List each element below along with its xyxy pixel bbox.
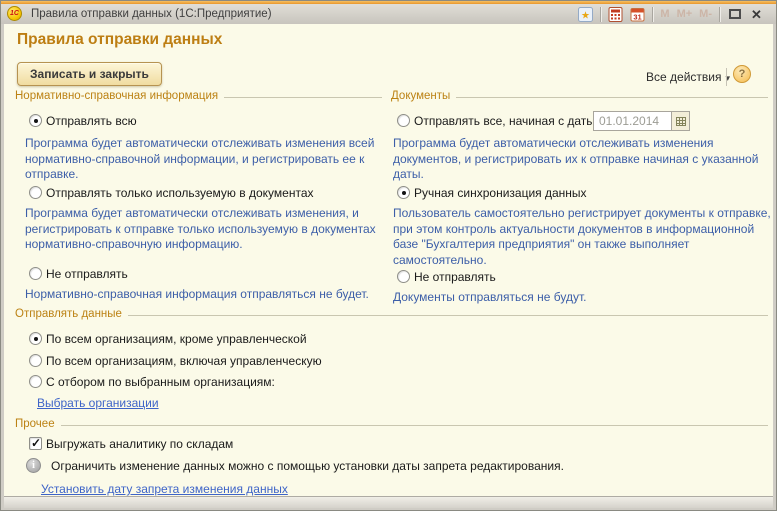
radio-label[interactable]: Отправлять всю [46, 114, 137, 128]
group-nsi-title: Нормативно-справочная информация [15, 90, 218, 102]
svg-text:★: ★ [581, 10, 590, 21]
option-description: Программа будет автоматически отслеживат… [393, 136, 765, 183]
radio-doc-manual-sync[interactable]: Ручная синхронизация данных [397, 185, 587, 200]
form-content: Правила отправки данных Записать и закры… [4, 24, 773, 496]
radio-label[interactable]: С отбором по выбранным организациям: [46, 375, 275, 389]
info-icon: i [26, 458, 41, 473]
group-nsi-header: Нормативно-справочная информация [15, 90, 382, 102]
page-title: Правила отправки данных [17, 31, 222, 49]
date-input[interactable] [593, 111, 671, 131]
group-other-title: Прочее [15, 418, 55, 430]
maximize-icon [729, 9, 741, 19]
info-text: Ограничить изменение данных можно с помо… [51, 459, 564, 473]
group-documents-title: Документы [391, 90, 450, 102]
memory-plus-button[interactable]: M+ [677, 8, 693, 20]
status-bar [4, 496, 773, 508]
option-description: Пользователь самостоятельно регистрирует… [393, 206, 771, 268]
radio-all-orgs-including-management[interactable]: По всем организациям, включая управленче… [29, 353, 322, 368]
radio-label[interactable]: По всем организациям, включая управленче… [46, 354, 322, 368]
calendar-button[interactable]: 31 [630, 7, 645, 22]
radio-icon[interactable] [397, 270, 410, 283]
header-separator [726, 68, 727, 86]
option-description: Программа будет автоматически отслеживат… [25, 136, 387, 183]
group-line [224, 97, 382, 98]
calendar-icon: 31 [630, 7, 645, 22]
radio-label[interactable]: Отправлять только используемую в докумен… [46, 186, 314, 200]
favorites-button[interactable]: ★ [578, 7, 593, 22]
all-actions-button[interactable]: Все действия▾ [646, 70, 730, 84]
titlebar-separator [719, 7, 720, 22]
group-line [456, 97, 768, 98]
radio-icon[interactable] [29, 267, 42, 280]
calculator-icon [608, 7, 623, 22]
option-description: Программа будет автоматически отслеживат… [25, 206, 387, 253]
date-picker-button[interactable] [671, 111, 690, 131]
radio-icon[interactable] [29, 375, 42, 388]
checkbox-icon[interactable] [29, 437, 42, 450]
memory-minus-button[interactable]: M- [699, 8, 712, 20]
radio-icon[interactable] [29, 114, 42, 127]
checkbox-export-warehouse-analytics[interactable]: Выгружать аналитику по складам [29, 436, 233, 451]
group-line [128, 315, 768, 316]
radio-selected-orgs-filter[interactable]: С отбором по выбранным организациям: [29, 374, 275, 389]
radio-doc-send-from-date[interactable]: Отправлять все, начиная с даты [397, 113, 595, 128]
titlebar-separator [600, 7, 601, 22]
radio-icon[interactable] [29, 186, 42, 199]
radio-label[interactable]: Не отправлять [46, 267, 128, 281]
option-description: Документы отправляться не будут. [393, 290, 765, 306]
all-actions-label: Все действия [646, 70, 721, 84]
radio-icon[interactable] [397, 186, 410, 199]
set-data-change-ban-date-link[interactable]: Установить дату запрета изменения данных [41, 482, 288, 496]
close-button[interactable]: ✕ [749, 7, 764, 22]
window-title: Правила отправки данных (1С:Предприятие) [31, 8, 272, 20]
radio-all-orgs-except-management[interactable]: По всем организациям, кроме управленческ… [29, 331, 307, 346]
radio-nsi-send-all[interactable]: Отправлять всю [29, 113, 137, 128]
radio-label[interactable]: Не отправлять [414, 270, 496, 284]
maximize-button[interactable] [727, 7, 742, 22]
calculator-button[interactable] [608, 7, 623, 22]
option-description: Нормативно-справочная информация отправл… [25, 287, 387, 303]
group-send-data-title: Отправлять данные [15, 308, 122, 320]
radio-label[interactable]: Ручная синхронизация данных [414, 186, 587, 200]
radio-label[interactable]: Отправлять все, начиная с даты [414, 114, 595, 128]
app-window: 1С Правила отправки данных (1С:Предприят… [0, 0, 777, 511]
radio-nsi-do-not-send[interactable]: Не отправлять [29, 266, 128, 281]
close-icon: ✕ [751, 8, 762, 21]
radio-doc-do-not-send[interactable]: Не отправлять [397, 269, 496, 284]
radio-nsi-send-used-only[interactable]: Отправлять только используемую в докумен… [29, 185, 314, 200]
group-documents-header: Документы [391, 90, 768, 102]
calendar-grid-icon [676, 117, 686, 126]
memory-button[interactable]: M [660, 8, 669, 20]
svg-text:31: 31 [634, 12, 642, 21]
titlebar-buttons: ★ 31 [578, 4, 764, 24]
titlebar-separator [652, 7, 653, 22]
radio-icon[interactable] [397, 114, 410, 127]
help-button[interactable]: ? [733, 65, 751, 83]
group-line [61, 425, 768, 426]
radio-icon[interactable] [29, 354, 42, 367]
date-field [593, 111, 690, 131]
radio-label[interactable]: По всем организациям, кроме управленческ… [46, 332, 307, 346]
radio-icon[interactable] [29, 332, 42, 345]
star-document-icon: ★ [578, 7, 593, 22]
select-organizations-link[interactable]: Выбрать организации [37, 396, 159, 410]
1c-logo-icon: 1С [7, 6, 22, 21]
group-other-header: Прочее [15, 418, 768, 430]
save-close-button[interactable]: Записать и закрыть [17, 62, 162, 86]
titlebar[interactable]: 1С Правила отправки данных (1С:Предприят… [1, 4, 776, 24]
group-send-data-header: Отправлять данные [15, 308, 768, 320]
checkbox-label[interactable]: Выгружать аналитику по складам [46, 437, 233, 451]
